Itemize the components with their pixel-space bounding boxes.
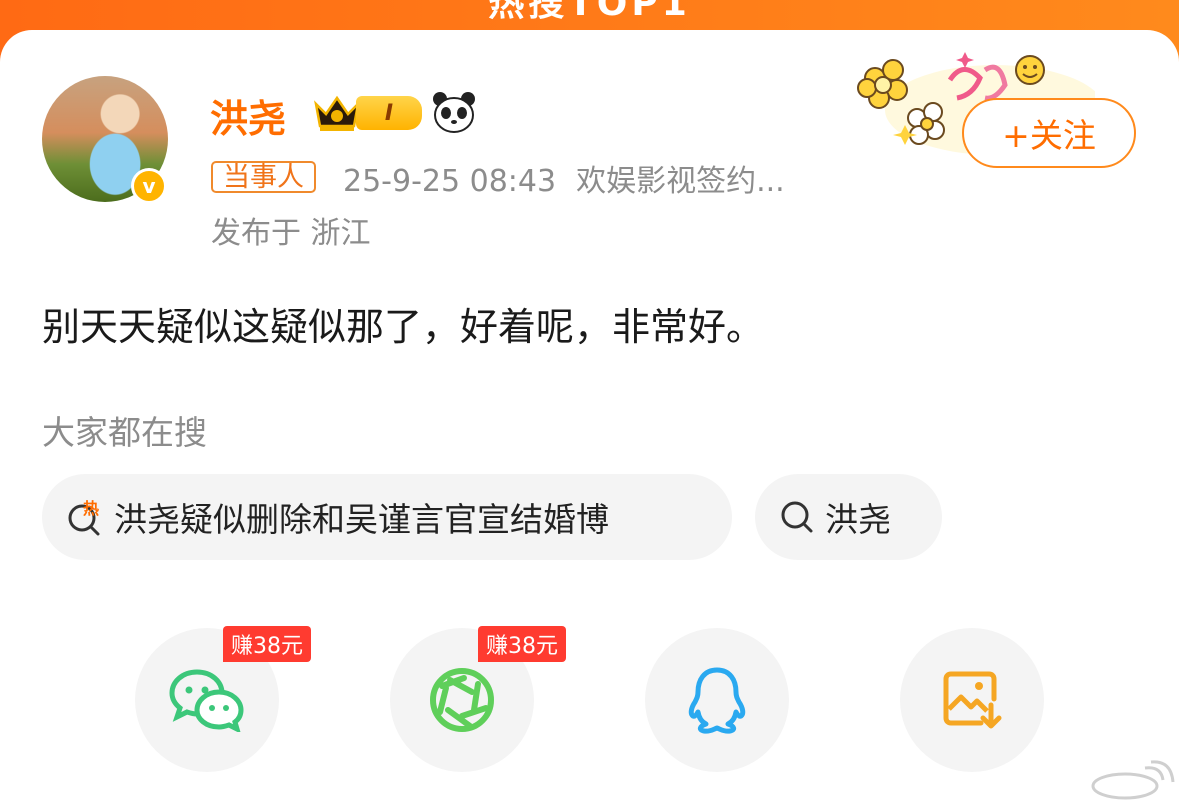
reward-badge: 赚38元: [478, 626, 566, 662]
weibo-watermark-icon: [1091, 760, 1175, 800]
moments-icon: [430, 668, 494, 732]
search-header: 大家都在搜: [42, 413, 207, 452]
panda-icon: [433, 92, 475, 133]
hot-search-chip[interactable]: 热 洪尧疑似删除和吴谨言官宣结婚博: [42, 474, 732, 560]
share-qq-button[interactable]: [645, 628, 789, 772]
party-tag: 当事人: [211, 161, 316, 193]
username[interactable]: 洪尧: [210, 88, 286, 143]
post-timestamp: 25-9-25 08:43: [343, 164, 557, 199]
post-meta: 25-9-25 08:43 欢娱影视签约...: [343, 156, 805, 200]
banner-title: 热搜TOP1: [488, 0, 691, 24]
qq-icon: [688, 667, 746, 734]
post-source[interactable]: 欢娱影视签约...: [576, 164, 785, 199]
crown-icon: [314, 95, 360, 131]
reward-badge: 赚38元: [223, 626, 311, 662]
follow-button[interactable]: +关注: [962, 98, 1136, 168]
wechat-icon: [169, 669, 244, 732]
save-image-button[interactable]: [900, 628, 1044, 772]
save-image-icon: [943, 671, 1002, 729]
post-text: 别天天疑似这疑似那了，好着呢，非常好。: [42, 305, 765, 349]
post-card: v 洪尧 I 当事人 25-9-25 08:43 欢娱影视签约... 发布于 浙江: [0, 30, 1179, 801]
level-badge: I: [356, 96, 422, 130]
search-chip[interactable]: 洪尧: [755, 474, 942, 560]
hot-search-icon: 热: [68, 499, 100, 536]
hot-mark-text: 热: [83, 499, 99, 518]
chip-label: 洪尧: [825, 500, 891, 539]
search-icon: [781, 501, 813, 533]
chip-label: 洪尧疑似删除和吴谨言官宣结婚博: [114, 500, 609, 539]
verified-icon: v: [131, 168, 167, 204]
post-location: 发布于 浙江: [211, 216, 371, 251]
